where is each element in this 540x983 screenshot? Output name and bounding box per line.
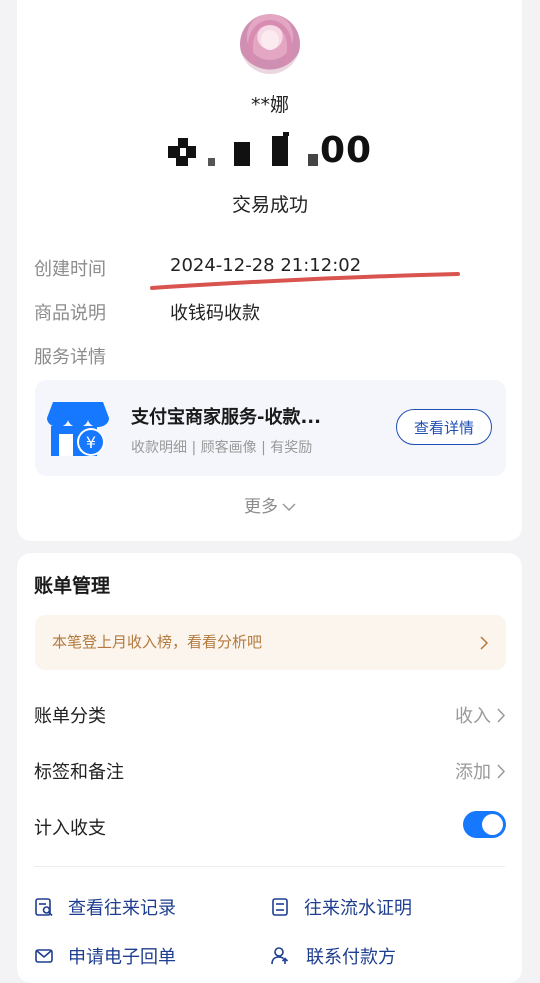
product-label: 商品说明 (34, 303, 106, 324)
income-rank-banner[interactable]: 本笔登上月收入榜，看看分析吧 (35, 615, 506, 670)
tags-notes-label: 标签和备注 (34, 762, 124, 783)
view-history-button[interactable]: 查看往来记录 (34, 894, 176, 920)
merchant-service-card[interactable]: ¥ 支付宝商家服务-收款... 收款明细 | 顾客画像 | 有奖励 查看详情 (35, 380, 506, 476)
payer-avatar[interactable] (240, 14, 300, 74)
amount-mosaic-redaction (167, 132, 318, 172)
tags-notes-value[interactable]: 添加 (455, 758, 506, 784)
e-receipt-button[interactable]: 申请电子回单 (34, 943, 176, 969)
record-search-icon (35, 898, 53, 917)
red-underline-annotation (150, 272, 460, 290)
service-details-label: 服务详情 (34, 347, 106, 368)
include-in-budget-toggle[interactable] (463, 811, 506, 838)
chevron-right-icon (497, 764, 506, 779)
service-tags: 收款明细 | 顾客画像 | 有奖励 (131, 440, 313, 456)
include-in-budget-label: 计入收支 (34, 818, 106, 839)
bill-category-label: 账单分类 (34, 706, 106, 727)
promo-text: 本笔登上月收入榜，看看分析吧 (52, 633, 263, 651)
contact-payer-button[interactable]: 联系付款方 (270, 943, 396, 969)
chevron-right-icon (480, 636, 489, 650)
contact-person-icon (271, 947, 289, 965)
chevron-right-icon (497, 708, 506, 723)
svg-text:¥: ¥ (86, 433, 96, 452)
bill-category-value[interactable]: 收入 (455, 702, 506, 728)
shop-yuan-icon: ¥ (47, 402, 109, 456)
view-details-button[interactable]: 查看详情 (396, 409, 492, 445)
bill-management-title: 账单管理 (34, 575, 111, 597)
chevron-down-icon (282, 503, 296, 512)
more-label: 更多 (244, 497, 278, 517)
product-value: 收钱码收款 (170, 303, 260, 324)
statement-proof-button[interactable]: 往来流水证明 (270, 894, 412, 920)
service-title: 支付宝商家服务-收款... (131, 407, 321, 428)
divider (34, 866, 505, 867)
transaction-status: 交易成功 (231, 194, 308, 216)
transaction-amount: 00 (0, 130, 540, 172)
more-link[interactable]: 更多 (0, 492, 540, 517)
created-time-label: 创建时间 (34, 259, 106, 280)
mail-icon (35, 949, 53, 963)
payer-name: **娜 (250, 94, 289, 116)
document-icon (272, 898, 288, 916)
